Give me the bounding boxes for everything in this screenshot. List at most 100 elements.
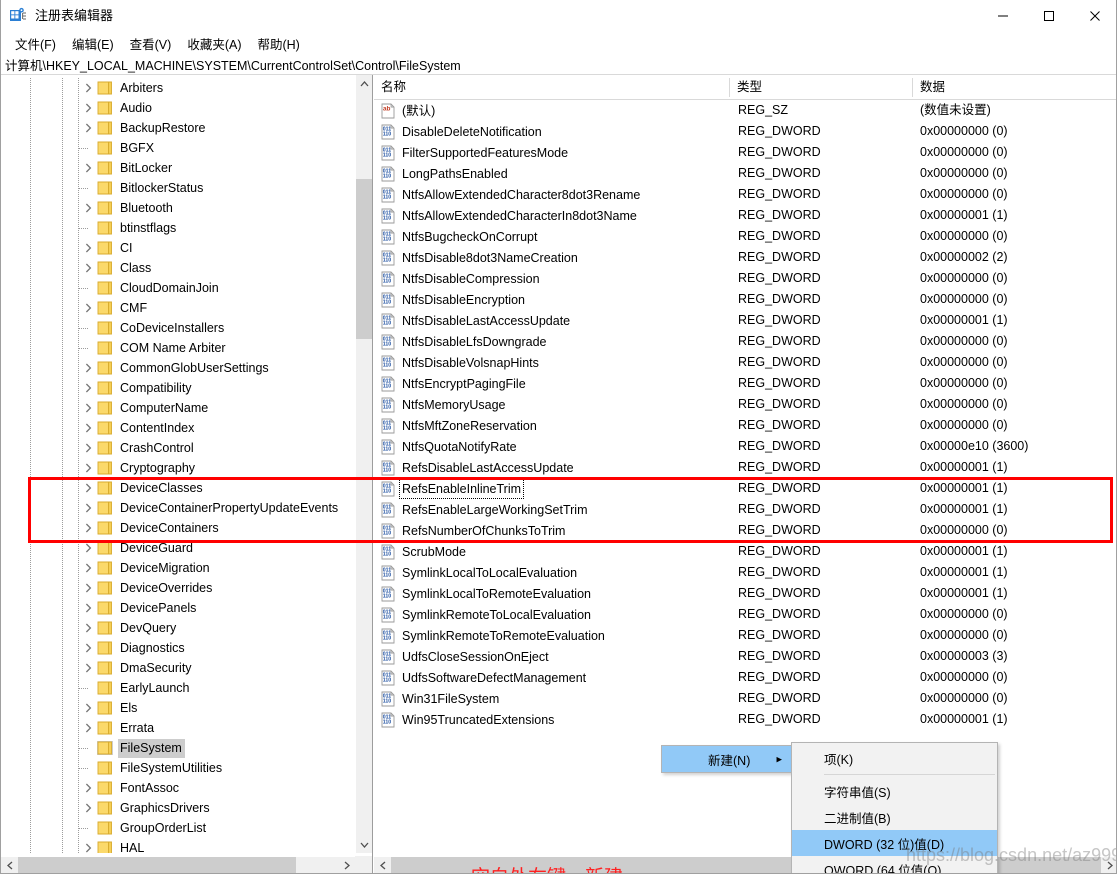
value-row[interactable]: 011 110 NtfsAllowExtendedCharacter8dot3Ren… — [374, 184, 1116, 205]
tree-item-devicecontainerpropertyupdateevents[interactable]: DeviceContainerPropertyUpdateEvents — [1, 498, 355, 518]
tree-item-devquery[interactable]: DevQuery — [1, 618, 355, 638]
tree-item-fontassoc[interactable]: FontAssoc — [1, 778, 355, 798]
tree-item-class[interactable]: Class — [1, 258, 355, 278]
value-row[interactable]: 011 110 RefsDisableLastAccessUpdate REG_DWO… — [374, 457, 1116, 478]
chevron-right-icon[interactable] — [79, 298, 97, 318]
chevron-right-icon[interactable] — [79, 118, 97, 138]
value-row[interactable]: 011 110 ScrubMode REG_DWORD 0x00000001 (1) — [374, 541, 1116, 562]
tree-item-devicepanels[interactable]: DevicePanels — [1, 598, 355, 618]
chevron-right-icon[interactable] — [79, 638, 97, 658]
tree-item-crashcontrol[interactable]: CrashControl — [1, 438, 355, 458]
value-row[interactable]: 011 110 UdfsCloseSessionOnEject REG_DWORD 0x… — [374, 646, 1116, 667]
tree-item-commonglobusersettings[interactable]: CommonGlobUserSettings — [1, 358, 355, 378]
close-button[interactable] — [1072, 0, 1116, 32]
chevron-right-icon[interactable] — [79, 418, 97, 438]
value-row[interactable]: 011 110 DisableDeleteNotification REG_DWORD… — [374, 121, 1116, 142]
chevron-right-icon[interactable] — [79, 98, 97, 118]
tree-item-deviceguard[interactable]: DeviceGuard — [1, 538, 355, 558]
chevron-right-icon[interactable] — [79, 698, 97, 718]
tree-item-deviceclasses[interactable]: DeviceClasses — [1, 478, 355, 498]
maximize-button[interactable] — [1026, 0, 1072, 32]
tree-item-bitlockerstatus[interactable]: BitlockerStatus — [1, 178, 355, 198]
tree-item-els[interactable]: Els — [1, 698, 355, 718]
tree-item-contentindex[interactable]: ContentIndex — [1, 418, 355, 438]
value-row[interactable]: 011 110 RefsNumberOfChunksToTrim REG_DWORD 0… — [374, 520, 1116, 541]
tree-hscroll-thumb[interactable] — [18, 857, 296, 873]
tree-item-compatibility[interactable]: Compatibility — [1, 378, 355, 398]
tree-item-graphicsdrivers[interactable]: GraphicsDrivers — [1, 798, 355, 818]
chevron-right-icon[interactable] — [79, 78, 97, 98]
chevron-right-icon[interactable] — [79, 778, 97, 798]
chevron-right-icon[interactable] — [79, 798, 97, 818]
tree-scroll-up-button[interactable] — [356, 75, 372, 92]
context-menu-item-binary-value[interactable]: 二进制值(B) — [792, 804, 997, 830]
chevron-right-icon[interactable] — [79, 538, 97, 558]
tree-item-ci[interactable]: CI — [1, 238, 355, 258]
chevron-right-icon[interactable] — [79, 158, 97, 178]
tree-item-bgfx[interactable]: BGFX — [1, 138, 355, 158]
chevron-right-icon[interactable] — [79, 578, 97, 598]
chevron-right-icon[interactable] — [79, 498, 97, 518]
chevron-right-icon[interactable] — [79, 558, 97, 578]
tree-item-arbiters[interactable]: Arbiters — [1, 78, 355, 98]
tree-item-audio[interactable]: Audio — [1, 98, 355, 118]
tree-scroll-down-button[interactable] — [356, 836, 372, 853]
tree-item-devicecontainers[interactable]: DeviceContainers — [1, 518, 355, 538]
value-row[interactable]: 011 110 NtfsBugcheckOnCorrupt REG_DWORD 0x00… — [374, 226, 1116, 247]
tree-horizontal-scrollbar[interactable] — [1, 856, 355, 873]
chevron-right-icon[interactable] — [79, 598, 97, 618]
tree-item-codeviceinstallers[interactable]: CoDeviceInstallers — [1, 318, 355, 338]
chevron-right-icon[interactable] — [79, 518, 97, 538]
chevron-right-icon[interactable] — [79, 358, 97, 378]
address-bar[interactable]: 计算机\HKEY_LOCAL_MACHINE\SYSTEM\CurrentCon… — [1, 54, 1116, 75]
value-row[interactable]: 011 110 UdfsSoftwareDefectManagement REG_DW… — [374, 667, 1116, 688]
tree-item-cryptography[interactable]: Cryptography — [1, 458, 355, 478]
tree-item-cmf[interactable]: CMF — [1, 298, 355, 318]
column-header-type[interactable]: 类型 — [730, 75, 762, 100]
chevron-right-icon[interactable] — [79, 258, 97, 278]
menu-edit[interactable]: 编辑(E) — [64, 32, 122, 55]
tree-item-filesystemutilities[interactable]: FileSystemUtilities — [1, 758, 355, 778]
value-row[interactable]: 011 110 FilterSupportedFeaturesMode REG_DWO… — [374, 142, 1116, 163]
tree-item-dmasecurity[interactable]: DmaSecurity — [1, 658, 355, 678]
value-row[interactable]: 011 110 SymlinkRemoteToLocalEvaluation REG_… — [374, 604, 1116, 625]
menu-help[interactable]: 帮助(H) — [249, 32, 307, 55]
value-row[interactable]: 011 110 RefsEnableLargeWorkingSetTrim REG_D… — [374, 499, 1116, 520]
menu-file[interactable]: 文件(F) — [7, 32, 64, 55]
value-row[interactable]: ab (默认) REG_SZ (数值未设置) — [374, 100, 1116, 121]
column-header-data[interactable]: 数据 — [913, 75, 945, 100]
value-row[interactable]: 011 110 Win95TruncatedExtensions REG_DWORD 0… — [374, 709, 1116, 730]
tree-vertical-scrollbar[interactable] — [355, 75, 372, 853]
tree-item-com-name-arbiter[interactable]: COM Name Arbiter — [1, 338, 355, 358]
tree-scroll-right-button[interactable] — [338, 857, 355, 873]
tree-item-btinstflags[interactable]: btinstflags — [1, 218, 355, 238]
context-menu-item-string-value[interactable]: 字符串值(S) — [792, 778, 997, 804]
chevron-right-icon[interactable] — [79, 458, 97, 478]
chevron-right-icon[interactable] — [79, 398, 97, 418]
context-menu-item-dword-value[interactable]: DWORD (32 位)值(D) — [792, 830, 997, 856]
column-header-name[interactable]: 名称 — [374, 75, 406, 100]
tree-scroll-left-button[interactable] — [1, 857, 18, 873]
context-menu-item-new[interactable]: 新建(N) ▸ — [662, 746, 792, 772]
value-row[interactable]: 011 110 NtfsDisable8dot3NameCreation REG_DW… — [374, 247, 1116, 268]
value-row[interactable]: 011 110 NtfsEncryptPagingFile REG_DWORD 0x00… — [374, 373, 1116, 394]
menu-view[interactable]: 查看(V) — [122, 32, 180, 55]
tree-item-grouporderlist[interactable]: GroupOrderList — [1, 818, 355, 838]
value-row[interactable]: 011 110 NtfsDisableCompression REG_DWORD 0x0… — [374, 268, 1116, 289]
value-row[interactable]: 011 110 RefsEnableInlineTrim REG_DWORD 0x000… — [374, 478, 1116, 499]
value-row[interactable]: 011 110 NtfsDisableLastAccessUpdate REG_DWO… — [374, 310, 1116, 331]
value-row[interactable]: 011 110 Win31FileSystem REG_DWORD 0x00000000… — [374, 688, 1116, 709]
tree-item-devicemigration[interactable]: DeviceMigration — [1, 558, 355, 578]
tree-item-hal[interactable]: HAL — [1, 838, 355, 853]
menu-favorites[interactable]: 收藏夹(A) — [179, 32, 249, 55]
chevron-right-icon[interactable] — [79, 198, 97, 218]
tree-item-deviceoverrides[interactable]: DeviceOverrides — [1, 578, 355, 598]
tree-item-clouddomainjoin[interactable]: CloudDomainJoin — [1, 278, 355, 298]
value-row[interactable]: 011 110 NtfsMemoryUsage REG_DWORD 0x00000000… — [374, 394, 1116, 415]
value-row[interactable]: 011 110 SymlinkRemoteToRemoteEvaluation REG… — [374, 625, 1116, 646]
value-row[interactable]: 011 110 NtfsDisableEncryption REG_DWORD 0x00… — [374, 289, 1116, 310]
tree-item-bitlocker[interactable]: BitLocker — [1, 158, 355, 178]
tree-item-errata[interactable]: Errata — [1, 718, 355, 738]
context-menu-item-key[interactable]: 项(K) — [792, 745, 997, 771]
value-row[interactable]: 011 110 SymlinkLocalToLocalEvaluation REG_D… — [374, 562, 1116, 583]
